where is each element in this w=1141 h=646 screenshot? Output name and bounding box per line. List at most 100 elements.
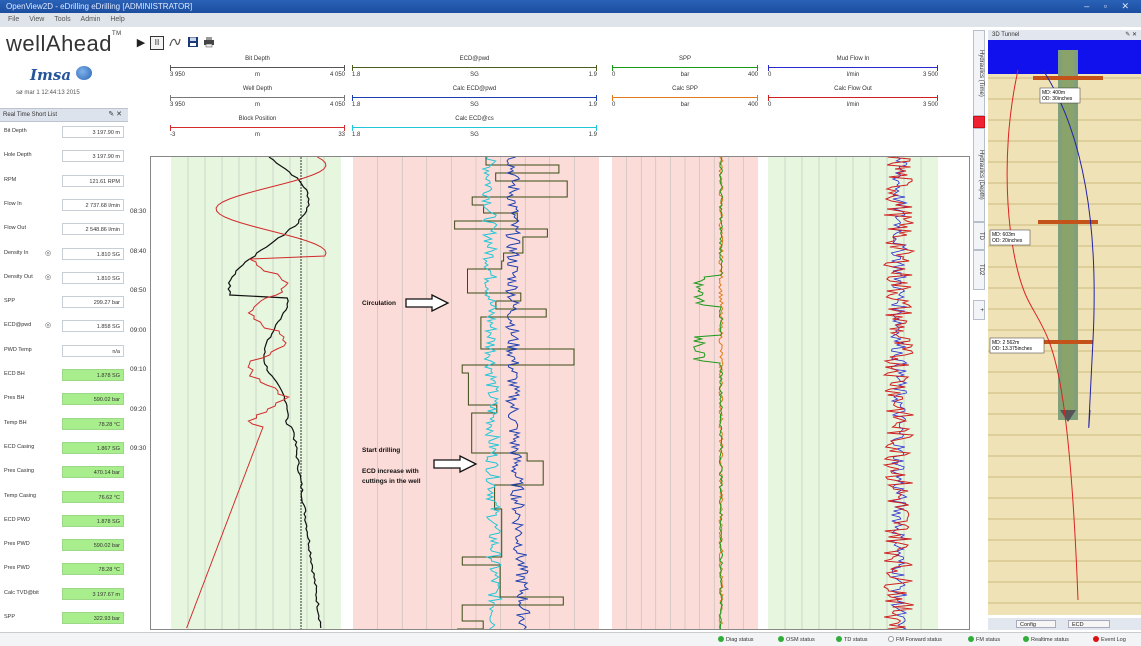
casing-label: MD: 400mOD: 30inches — [1039, 87, 1081, 104]
track-unit: l/min — [846, 72, 860, 78]
track-header[interactable]: Calc SPP 0 bar 400 — [612, 86, 758, 116]
print-icon[interactable] — [202, 36, 216, 50]
track-header[interactable]: Block Position -3 m 33 — [170, 116, 345, 146]
track-header[interactable]: Mud Flow In 0 l/min 3 500 — [768, 56, 938, 86]
annotation-circulation: Circulation — [362, 300, 396, 307]
property-value: 1.810 SG — [62, 247, 124, 260]
short-list-row: Density In ◎ 1.810 SG — [2, 246, 126, 262]
track-header[interactable]: ECD@pwd 1.8 SG 1.9 — [352, 56, 597, 86]
property-value: 76.62 °C — [62, 490, 124, 503]
time-tick: 09:20 — [130, 405, 147, 413]
status-light-icon — [836, 636, 842, 642]
plot-area[interactable] — [150, 156, 970, 637]
ecd-select[interactable]: ECD — [1068, 620, 1110, 628]
window-controls[interactable]: – ▫ ✕ — [1084, 0, 1135, 13]
property-label: Density In — [4, 249, 29, 256]
annotation-ecd-increase-1: ECD increase with — [362, 468, 419, 475]
gauge-icon[interactable]: ◎ — [45, 249, 51, 257]
track-header[interactable]: SPP 0 bar 400 — [612, 56, 758, 86]
track-scale-line — [768, 65, 938, 71]
status-indicator[interactable]: OSM status — [778, 636, 815, 643]
tab-hydraulics-depth[interactable]: Hydraulics (Depth) — [973, 128, 985, 222]
property-value: 78.28 °C — [62, 417, 124, 430]
track-title: ECD@pwd — [459, 56, 490, 62]
casing-shoe — [1033, 76, 1103, 80]
track-header[interactable]: Calc ECD@pwd 1.8 SG 1.9 — [352, 86, 597, 116]
pin-icon[interactable]: ✎ ✕ — [1125, 30, 1137, 40]
status-indicator[interactable]: TD status — [836, 636, 868, 643]
config-button[interactable]: Config — [1016, 620, 1056, 628]
menu-help[interactable]: Help — [110, 16, 124, 23]
track-max: 1.9 — [588, 102, 597, 108]
property-label: Pres PWD — [4, 541, 30, 548]
track-header[interactable]: Well Depth 3 950 m 4 050 — [170, 86, 345, 116]
status-indicator[interactable]: Realtime status — [1023, 636, 1069, 643]
status-light-icon — [888, 636, 894, 642]
drill-string — [1062, 50, 1074, 410]
track-header[interactable]: Calc ECD@cs 1.8 SG 1.9 — [352, 116, 597, 146]
gauge-icon[interactable]: ◎ — [45, 321, 51, 329]
status-light-icon — [778, 636, 784, 642]
pause-button[interactable]: II — [150, 36, 164, 50]
track-unit: m — [255, 132, 260, 138]
pin-close-icon[interactable]: ✎ ✕ — [108, 109, 122, 121]
casing-label: MD: 2 562mOD: 13.375inches — [989, 337, 1045, 354]
status-indicator[interactable]: FM status — [968, 636, 1000, 643]
tab-hydraulics-time[interactable]: Hydraulics (Time) — [973, 30, 985, 116]
track-unit: SG — [470, 132, 479, 138]
property-value: 3 197.90 m — [62, 150, 124, 163]
imsa-logo: Imsa — [30, 66, 72, 84]
short-list-row: Temp Casing 76.62 °C — [2, 489, 126, 505]
property-label: Bit Depth — [4, 128, 27, 134]
log-tracks — [171, 156, 938, 637]
short-list-title: Real Time Short List — [3, 112, 58, 118]
status-indicator[interactable]: Diag status — [718, 636, 754, 643]
tunnel-header: 3D Tunnel ✎ ✕ — [988, 30, 1141, 40]
short-list-header: Real Time Short List ✎ ✕ — [0, 108, 128, 122]
window-title: OpenView2D - eDrilling eDrilling [ADMINI… — [6, 2, 193, 11]
wellbore-graphic: MD: 400mOD: 30inches MD: 603mOD: 20inches… — [988, 40, 1141, 615]
track-max: 4 050 — [329, 102, 345, 108]
status-label: Realtime status — [1031, 637, 1069, 643]
menu-view[interactable]: View — [29, 16, 44, 23]
3d-tunnel-view[interactable]: MD: 400m OD: 30inches MD: 603m OD: 20inches… — [988, 40, 1141, 615]
short-list-row: Pres PWD 78.28 °C — [2, 561, 126, 577]
tab-add[interactable]: + — [973, 300, 985, 320]
track-unit: bar — [680, 102, 690, 108]
short-list-row: ECD PWD 1.878 SG — [2, 513, 126, 529]
short-list-row: Pres Casing 470.14 bar — [2, 464, 126, 480]
status-light-icon — [968, 636, 974, 642]
short-list-row: SPP 299.27 bar — [2, 294, 126, 310]
tab-close-icon[interactable] — [973, 116, 985, 128]
menu-tools[interactable]: Tools — [54, 16, 70, 23]
time-tick: 08:40 — [130, 247, 147, 255]
time-tick: 08:30 — [130, 208, 147, 215]
curve-tool-icon[interactable] — [168, 36, 182, 50]
track-unit: m — [255, 102, 260, 108]
property-value: 322.93 bar — [62, 612, 124, 624]
tab-td[interactable]: TD — [973, 222, 985, 250]
track-header[interactable]: Calc Flow Out 0 l/min 3 500 — [768, 86, 938, 116]
menu-file[interactable]: File — [8, 16, 19, 23]
time-tick: 09:30 — [130, 445, 147, 452]
property-label: Calc TVD@bit — [4, 589, 39, 596]
property-value: 3 197.67 m — [62, 587, 124, 600]
gauge-icon[interactable]: ◎ — [45, 273, 51, 281]
play-button[interactable]: ▶ — [134, 36, 148, 50]
track-title: Calc Flow Out — [834, 86, 872, 92]
property-label: Pres Casing — [4, 468, 34, 475]
tab-td2[interactable]: TD2 — [973, 250, 985, 290]
track-max: 3 500 — [922, 72, 938, 78]
property-label: ECD Casing — [4, 443, 35, 450]
track-header[interactable]: Bit Depth 3 950 m 4 050 — [170, 56, 345, 86]
property-value: 1.878 SG — [62, 369, 124, 381]
menu-admin[interactable]: Admin — [81, 16, 101, 23]
track-scale-line — [170, 65, 345, 71]
status-indicator[interactable]: FM Forward status — [888, 636, 942, 643]
status-indicator[interactable]: Event Log — [1093, 636, 1126, 643]
save-icon[interactable] — [186, 36, 200, 50]
property-value: 590.02 bar — [62, 393, 124, 406]
property-label: ECD BH — [4, 371, 25, 377]
property-value: 121.61 RPM — [62, 174, 124, 187]
track-max: 3 500 — [922, 102, 938, 108]
